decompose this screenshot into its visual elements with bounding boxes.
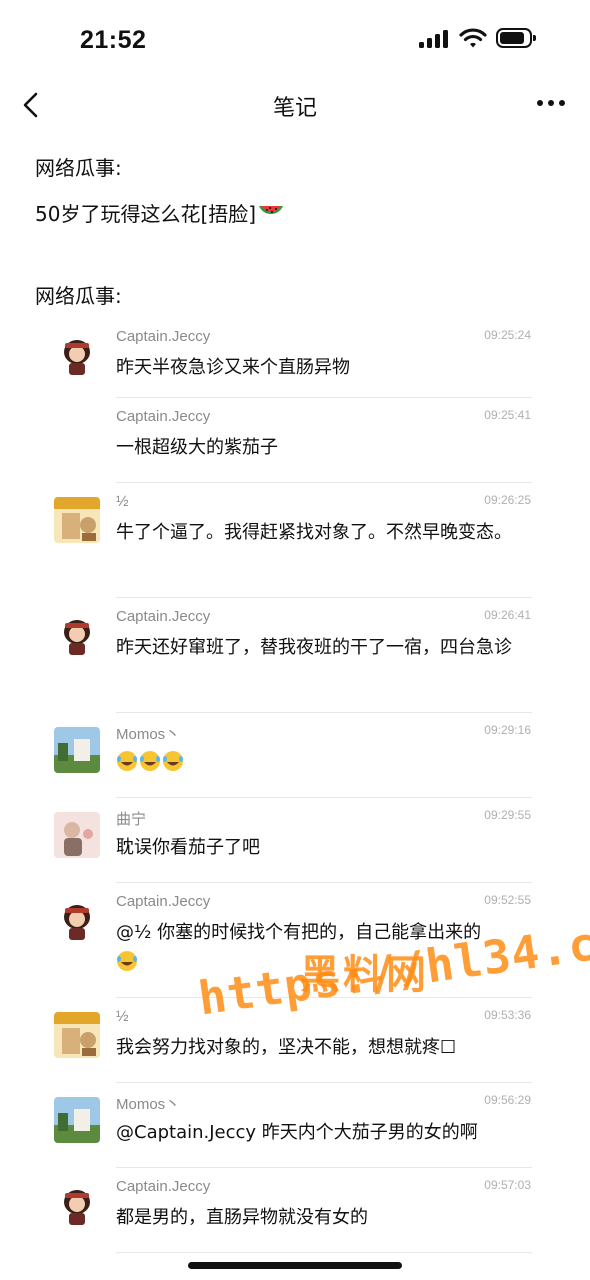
chat-message: Captain.Jeccy 09:26:41 昨天还好窜班了，替我夜班的干了一宿… — [0, 598, 590, 713]
avatar — [54, 727, 100, 773]
sender-name: Captain.Jeccy — [116, 408, 211, 425]
cellular-signal-icon — [419, 30, 449, 48]
chat-message: Captain.Jeccy 09:25:24 昨天半夜急诊又来个直肠异物 — [0, 318, 590, 398]
sender-name: Momos丶 — [116, 726, 181, 743]
message-text: 我会努力找对象的，坚决不能，想想就疼☐ — [116, 1037, 457, 1058]
avatar — [54, 332, 100, 378]
divider — [116, 1252, 532, 1253]
message-time: 09:25:41 — [484, 408, 531, 422]
sender-name: 曲宁 — [116, 811, 147, 828]
home-indicator[interactable] — [188, 1262, 402, 1269]
battery-icon — [496, 28, 536, 48]
chat-message: 曲宁 09:29:55 耽误你看茄子了吧 — [0, 798, 590, 883]
more-options-icon[interactable] — [537, 100, 565, 108]
message-time: 09:57:03 — [484, 1178, 531, 1192]
message-text: 昨天还好窜班了，替我夜班的干了一宿，四台急诊 — [116, 637, 512, 658]
note-heading-1: 网络瓜事: — [35, 156, 122, 180]
laugh-cry-emoji-icon — [163, 751, 183, 771]
message-time: 09:52:55 — [484, 893, 531, 907]
status-bar: 21:52 — [0, 0, 590, 80]
laugh-cry-emoji-icon — [117, 951, 137, 971]
message-text-content: @½ 你塞的时候找个有把的，自己能拿出来的 — [116, 922, 482, 943]
sender-name: Captain.Jeccy — [116, 608, 211, 625]
sender-name: Captain.Jeccy — [116, 893, 211, 910]
laugh-cry-emoji-icon — [140, 751, 160, 771]
note-caption-text: 50岁了玩得这么花[捂脸] — [35, 202, 257, 226]
message-time: 09:25:24 — [484, 328, 531, 342]
message-text: @Captain.Jeccy 昨天内个大茄子男的女的啊 — [116, 1122, 478, 1143]
sender-name: ½ — [116, 493, 129, 510]
chat-message: Captain.Jeccy 09:25:41 一根超级大的紫茄子 — [0, 398, 590, 483]
status-time: 21:52 — [80, 26, 147, 54]
avatar — [54, 1182, 100, 1228]
wifi-icon — [459, 28, 487, 48]
avatar — [54, 897, 100, 943]
navigation-bar: 笔记 — [0, 80, 590, 130]
message-time: 09:26:41 — [484, 608, 531, 622]
message-text: 昨天半夜急诊又来个直肠异物 — [116, 357, 350, 378]
avatar — [54, 1097, 100, 1143]
message-time: 09:29:55 — [484, 808, 531, 822]
message-time: 09:26:25 — [484, 493, 531, 507]
message-time: 09:53:36 — [484, 1008, 531, 1022]
page-title: 笔记 — [272, 96, 317, 121]
message-text: 牛了个逼了。我得赶紧找对象了。不然早晚变态。 — [116, 522, 512, 543]
avatar — [54, 812, 100, 858]
chat-message: Captain.Jeccy 09:52:55 @½ 你塞的时候找个有把的，自己能… — [0, 883, 590, 998]
watermelon-icon — [259, 206, 284, 214]
note-heading-2: 网络瓜事: — [35, 284, 122, 308]
message-text — [116, 748, 531, 778]
chat-message: Momos丶 09:56:29 @Captain.Jeccy 昨天内个大茄子男的… — [0, 1083, 590, 1168]
message-text: 都是男的，直肠异物就没有女的 — [116, 1207, 368, 1228]
chat-record-list: Captain.Jeccy 09:25:24 昨天半夜急诊又来个直肠异物 Cap… — [0, 318, 590, 1253]
message-time: 09:56:29 — [484, 1093, 531, 1107]
sender-name: ½ — [116, 1008, 129, 1025]
sender-name: Captain.Jeccy — [116, 328, 211, 345]
message-text: 一根超级大的紫茄子 — [116, 437, 278, 458]
message-text: @½ 你塞的时候找个有把的，自己能拿出来的 — [116, 918, 531, 978]
sender-name: Captain.Jeccy — [116, 1178, 211, 1195]
avatar — [54, 1012, 100, 1058]
note-caption: 50岁了玩得这么花[捂脸] — [35, 198, 285, 227]
avatar — [54, 497, 100, 543]
chat-message: Captain.Jeccy 09:57:03 都是男的，直肠异物就没有女的 — [0, 1168, 590, 1253]
chat-message: ½ 09:53:36 我会努力找对象的，坚决不能，想想就疼☐ — [0, 998, 590, 1083]
avatar — [54, 612, 100, 658]
chat-message: ½ 09:26:25 牛了个逼了。我得赶紧找对象了。不然早晚变态。 — [0, 483, 590, 598]
message-time: 09:29:16 — [484, 723, 531, 737]
chat-message: Momos丶 09:29:16 — [0, 713, 590, 798]
laugh-cry-emoji-icon — [117, 751, 137, 771]
sender-name: Momos丶 — [116, 1096, 181, 1113]
message-text: 耽误你看茄子了吧 — [116, 837, 260, 858]
